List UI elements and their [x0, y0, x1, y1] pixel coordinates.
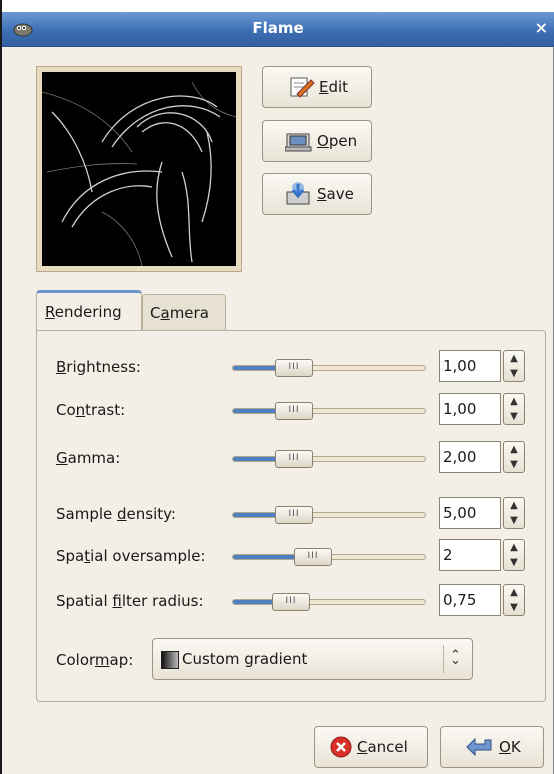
slider-fill — [233, 457, 279, 461]
slider-knob[interactable]: III — [275, 450, 313, 468]
setting-slider[interactable]: III — [232, 548, 426, 566]
cancel-icon — [330, 736, 352, 758]
spin-buttons[interactable]: ▲ ▼ — [503, 393, 525, 425]
spin-value-field[interactable]: 1,00 — [439, 393, 501, 425]
tab-rendering-label: Rendering — [45, 302, 122, 321]
spin-buttons[interactable]: ▲ ▼ — [503, 539, 525, 571]
ok-label: OK — [499, 738, 521, 756]
slider-fill — [233, 513, 279, 517]
setting-label: Spatial oversample: — [56, 547, 206, 565]
open-icon — [285, 133, 312, 152]
slider-fill — [233, 600, 276, 604]
setting-slider[interactable]: III — [232, 450, 426, 468]
tab-rendering[interactable]: Rendering — [36, 290, 142, 330]
cancel-button[interactable]: Cancel — [314, 726, 428, 768]
colormap-value: Custom gradient — [182, 650, 308, 668]
setting-spinbutton[interactable]: 1,00 ▲ ▼ — [439, 393, 525, 425]
save-button[interactable]: Save — [262, 173, 372, 215]
spin-buttons[interactable]: ▲ ▼ — [503, 350, 525, 382]
edit-icon — [290, 77, 315, 98]
combo-separator — [443, 645, 444, 673]
slider-knob[interactable]: III — [294, 548, 332, 566]
spin-up-icon[interactable]: ▲ — [504, 442, 524, 457]
spin-down-icon[interactable]: ▼ — [504, 600, 524, 615]
spin-buttons[interactable]: ▲ ▼ — [503, 497, 525, 529]
slider-fill — [233, 409, 279, 413]
edit-label: Edit — [319, 78, 349, 96]
tab-camera-label: Camera — [150, 303, 209, 322]
spin-value-field[interactable]: 2 — [439, 539, 501, 571]
spin-value-field[interactable]: 1,00 — [439, 350, 501, 382]
setting-spinbutton[interactable]: 2 ▲ ▼ — [439, 539, 525, 571]
spin-value-field[interactable]: 5,00 — [439, 497, 501, 529]
spin-buttons[interactable]: ▲ ▼ — [503, 441, 525, 473]
edit-button[interactable]: Edit — [262, 66, 372, 108]
spin-value-field[interactable]: 2,00 — [439, 441, 501, 473]
slider-knob[interactable]: III — [275, 359, 313, 377]
setting-spinbutton[interactable]: 0,75 ▲ ▼ — [439, 584, 525, 616]
colormap-label: Colormap: — [56, 651, 134, 669]
setting-spinbutton[interactable]: 5,00 ▲ ▼ — [439, 497, 525, 529]
setting-label: Brightness: — [56, 358, 141, 376]
spin-down-icon[interactable]: ▼ — [504, 366, 524, 381]
slider-knob[interactable]: III — [275, 506, 313, 524]
spin-down-icon[interactable]: ▼ — [504, 513, 524, 528]
open-button[interactable]: Open — [262, 120, 372, 162]
title-bar[interactable]: Flame × — [2, 12, 554, 47]
ok-button[interactable]: OK — [440, 726, 544, 768]
gradient-swatch — [161, 651, 179, 669]
spin-down-icon[interactable]: ▼ — [504, 409, 524, 424]
spin-down-icon[interactable]: ▼ — [504, 555, 524, 570]
slider-knob[interactable]: III — [272, 593, 310, 611]
spin-up-icon[interactable]: ▲ — [504, 498, 524, 513]
flame-preview-image — [42, 72, 236, 266]
setting-label: Contrast: — [56, 401, 126, 419]
spin-up-icon[interactable]: ▲ — [504, 394, 524, 409]
colormap-combo[interactable]: Custom gradient ⌃ ⌄ — [152, 638, 473, 680]
setting-slider[interactable]: III — [232, 506, 426, 524]
slider-knob[interactable]: III — [275, 402, 313, 420]
save-icon — [286, 182, 310, 205]
setting-slider[interactable]: III — [232, 359, 426, 377]
slider-fill — [233, 366, 279, 370]
setting-label: Gamma: — [56, 449, 121, 467]
setting-label: Sample density: — [56, 505, 176, 523]
spin-up-icon[interactable]: ▲ — [504, 351, 524, 366]
save-label: Save — [317, 185, 354, 203]
close-icon[interactable]: × — [535, 18, 548, 37]
cancel-label: Cancel — [357, 738, 408, 756]
spin-up-icon[interactable]: ▲ — [504, 585, 524, 600]
setting-label: Spatial filter radius: — [56, 592, 204, 610]
slider-fill — [233, 555, 298, 559]
spin-buttons[interactable]: ▲ ▼ — [503, 584, 525, 616]
setting-spinbutton[interactable]: 2,00 ▲ ▼ — [439, 441, 525, 473]
setting-slider[interactable]: III — [232, 402, 426, 420]
flame-preview — [36, 66, 242, 272]
tab-camera[interactable]: Camera — [142, 294, 226, 330]
open-label: Open — [317, 132, 358, 150]
setting-slider[interactable]: III — [232, 593, 426, 611]
spin-down-icon[interactable]: ▼ — [504, 457, 524, 472]
window-title: Flame — [252, 19, 304, 37]
flame-dialog: Flame × Edit Open Save Rendering Camera … — [0, 0, 554, 774]
setting-spinbutton[interactable]: 1,00 ▲ ▼ — [439, 350, 525, 382]
spin-value-field[interactable]: 0,75 — [439, 584, 501, 616]
combo-updown-icon: ⌃ ⌄ — [450, 648, 461, 668]
ok-icon — [466, 737, 492, 757]
spin-up-icon[interactable]: ▲ — [504, 540, 524, 555]
